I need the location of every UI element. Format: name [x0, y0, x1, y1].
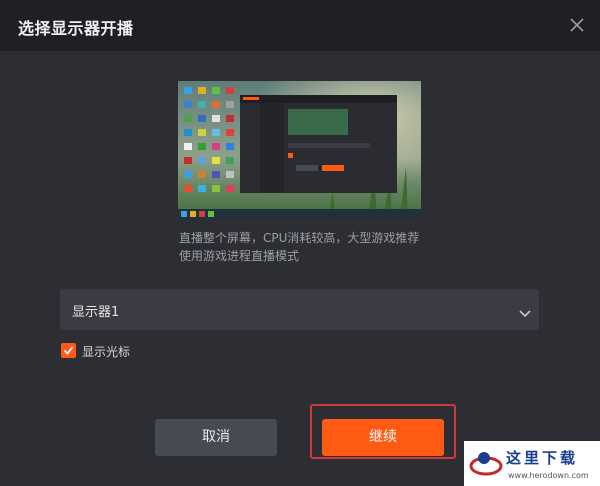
close-icon[interactable] [566, 14, 588, 36]
checkmark-icon [63, 346, 74, 355]
chevron-down-icon [519, 304, 531, 318]
annotation-highlight-box [310, 404, 456, 459]
display-select-value: 显示器1 [72, 305, 120, 320]
show-cursor-label: 显示光标 [82, 345, 131, 359]
watermark-swirl-icon [469, 452, 503, 476]
display-select[interactable]: 显示器1 [60, 289, 539, 330]
screen-preview-image [178, 81, 421, 219]
watermark-logo: 这里下载 www.herodown.com [464, 441, 600, 486]
dialog-title: 选择显示器开播 [18, 19, 134, 38]
description-text: 直播整个屏幕，CPU消耗较高，大型游戏推荐使用游戏进程直播模式 [179, 231, 420, 263]
show-cursor-checkbox[interactable] [61, 343, 76, 358]
cancel-button[interactable]: 取消 [155, 419, 277, 456]
watermark-url: www.herodown.com [508, 471, 589, 480]
dialog-titlebar: 选择显示器开播 [0, 0, 600, 51]
watermark-text: 这里下载 [506, 449, 579, 467]
